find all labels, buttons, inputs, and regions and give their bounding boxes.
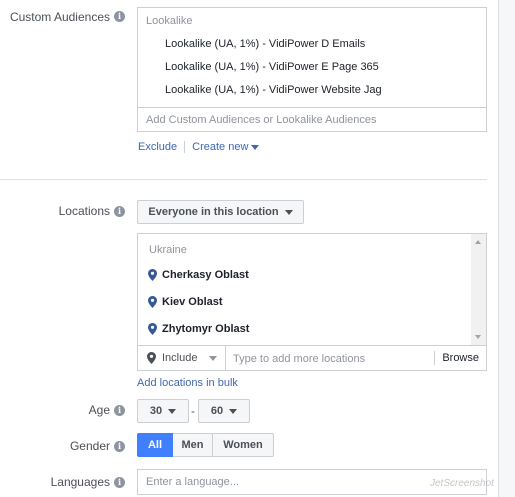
audience-item[interactable]: Lookalike (UA, 1%) - VidiPower D Emails: [165, 38, 365, 50]
browse-button[interactable]: Browse: [434, 351, 486, 365]
audience-actions: Exclude Create new: [138, 141, 260, 153]
location-pin-icon: [148, 296, 157, 308]
age-separator: -: [191, 404, 195, 418]
info-icon[interactable]: i: [114, 206, 125, 217]
scroll-up-arrow-icon[interactable]: [475, 240, 481, 244]
add-locations-bulk-link[interactable]: Add locations in bulk: [137, 377, 238, 389]
age-max-dropdown[interactable]: 60: [198, 399, 250, 423]
gender-men-button[interactable]: Men: [173, 433, 213, 457]
location-pin-icon: [147, 352, 156, 364]
watermark: JetScreenshot: [430, 478, 494, 489]
list-group-header: Lookalike: [146, 15, 193, 27]
location-item[interactable]: Cherkasy Oblast: [148, 269, 249, 281]
audience-item[interactable]: Lookalike (UA, 1%) - VidiPower E Page 36…: [165, 61, 379, 73]
locations-label: Locations: [58, 204, 110, 218]
include-dropdown[interactable]: Include: [138, 346, 226, 370]
custom-audiences-input[interactable]: Add Custom Audiences or Lookalike Audien…: [137, 107, 487, 132]
info-icon[interactable]: i: [114, 11, 125, 22]
audience-item[interactable]: Lookalike (UA, 1%) - VidiPower Website J…: [165, 84, 382, 96]
gender-all-button[interactable]: All: [137, 433, 173, 457]
custom-audiences-placeholder: Add Custom Audiences or Lookalike Audien…: [146, 113, 377, 126]
chevron-down-icon: [251, 144, 260, 150]
location-type-dropdown[interactable]: Everyone in this location: [137, 200, 304, 224]
chevron-down-icon: [168, 408, 177, 414]
exclude-link[interactable]: Exclude: [138, 141, 177, 153]
location-item[interactable]: Zhytomyr Oblast: [148, 323, 249, 335]
gender-label: Gender: [69, 439, 110, 453]
languages-label: Languages: [50, 475, 110, 489]
country-header: Ukraine: [149, 244, 187, 256]
age-min-dropdown[interactable]: 30: [137, 399, 189, 423]
create-new-link[interactable]: Create new: [192, 141, 260, 153]
scroll-down-arrow-icon[interactable]: [475, 335, 481, 339]
gender-selector: All Men Women: [137, 433, 274, 457]
chevron-down-icon: [229, 408, 238, 414]
section-divider: [0, 179, 487, 180]
location-pin-icon: [148, 269, 157, 281]
right-panel-bg: [499, 0, 515, 497]
custom-audiences-list: Lookalike Lookalike (UA, 1%) - VidiPower…: [137, 7, 487, 107]
chevron-down-icon: [284, 209, 293, 215]
age-label: Age: [88, 403, 110, 417]
location-item[interactable]: Kiev Oblast: [148, 296, 223, 308]
custom-audiences-label: Custom Audiences: [9, 10, 110, 24]
location-pin-icon: [148, 323, 157, 335]
info-icon[interactable]: i: [114, 441, 125, 452]
locations-list: Ukraine Cherkasy Oblast Kiev Oblast Zhyt…: [137, 233, 487, 345]
chevron-down-icon: [209, 355, 218, 361]
gender-women-button[interactable]: Women: [213, 433, 274, 457]
locations-input-row: Include Type to add more locations Brows…: [137, 345, 487, 371]
locations-search-input[interactable]: Type to add more locations: [226, 351, 434, 365]
info-icon[interactable]: i: [114, 477, 125, 488]
actions-divider: [184, 141, 186, 153]
info-icon[interactable]: i: [114, 405, 125, 416]
locations-scrollbar[interactable]: [471, 234, 486, 345]
